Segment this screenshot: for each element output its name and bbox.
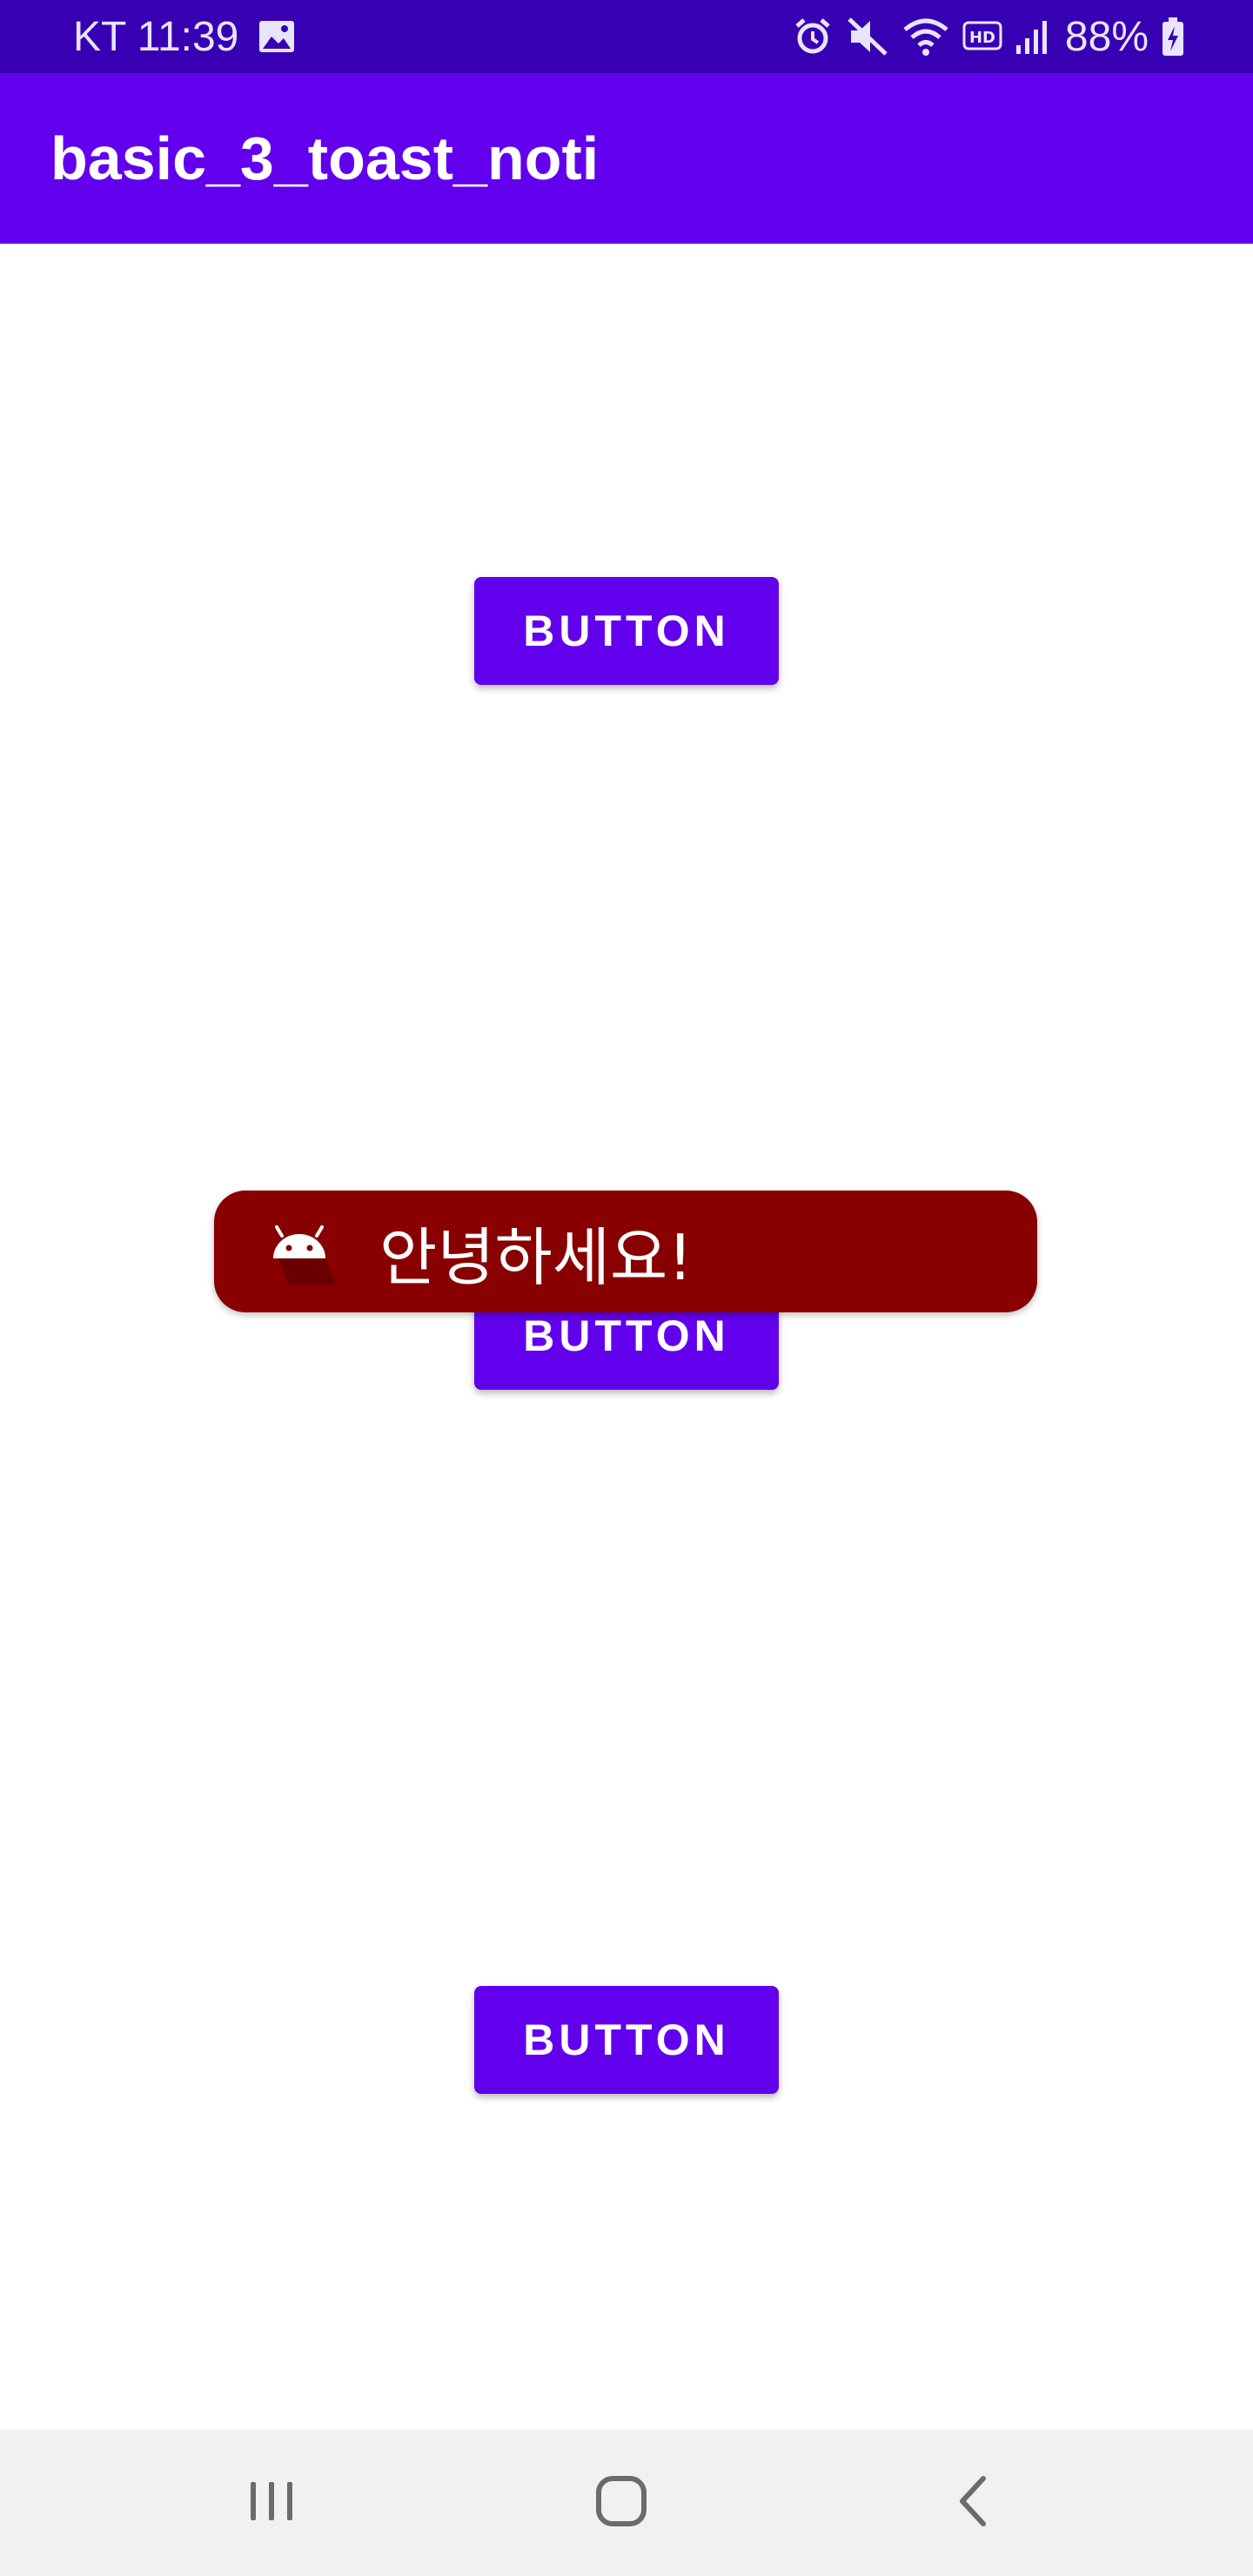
carrier-time: KT 11:39 [73,13,239,60]
status-bar: KT 11:39 HD 88% [0,0,1253,73]
toast-message: 안녕하세요! [379,1220,694,1294]
home-icon [594,2474,648,2532]
toast-notification: 안녕하세요! [214,1191,1037,1312]
button-1[interactable]: BUTTON [474,577,779,685]
hd-icon: HD [962,19,1002,54]
alarm-icon [792,16,834,57]
back-button[interactable] [903,2430,1042,2576]
recents-icon [245,2477,298,2530]
wifi-icon [901,16,950,57]
app-bar: basic_3_toast_noti [0,73,1253,244]
gallery-icon [258,19,296,54]
mute-icon [846,16,889,57]
app-title: basic_3_toast_noti [50,124,600,192]
screen: KT 11:39 HD 88% basic_3_toast_noti BUTTO… [0,0,1253,2576]
navigation-bar [0,2430,1253,2576]
svg-text:HD: HD [969,29,995,47]
android-icon [266,1224,336,1285]
battery-charging-icon [1161,16,1185,57]
status-left: KT 11:39 [73,0,296,73]
recents-button[interactable] [202,2430,341,2576]
home-button[interactable] [552,2430,691,2576]
button-3[interactable]: BUTTON [474,1986,779,2094]
battery-percent: 88% [1064,13,1149,60]
status-right: HD 88% [792,0,1185,73]
back-icon [954,2473,992,2533]
signal-icon [1015,17,1053,56]
